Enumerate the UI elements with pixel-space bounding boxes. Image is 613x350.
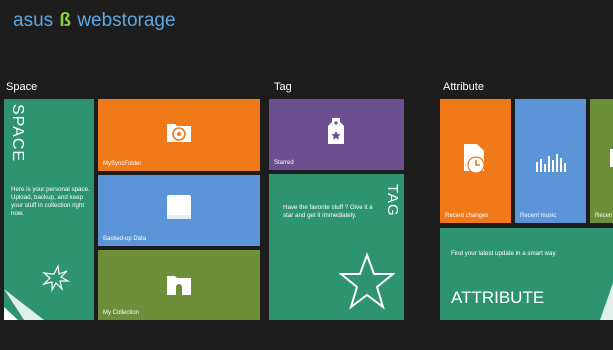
tile-label-my-collection: My Collection xyxy=(103,310,140,316)
recent-file-clock-icon xyxy=(464,144,485,174)
section-title-tag: Tag xyxy=(274,81,292,93)
logo-webstorage: webstorage xyxy=(77,10,176,31)
tile-label-recent-partial: Recen xyxy=(595,213,613,219)
tag-tile-title: TAG xyxy=(384,184,401,217)
star-outline-icon xyxy=(339,252,395,310)
section-title-space: Space xyxy=(6,81,38,93)
tile-recent-music[interactable]: Recent music xyxy=(515,99,586,223)
logo-glyph: ß xyxy=(59,10,72,31)
pinwheel-icon xyxy=(4,263,71,320)
attribute-tile-title: ATTRIBUTE xyxy=(451,288,545,307)
tag-hero-tile[interactable]: Have the favorite stuff ? Give it a star… xyxy=(269,174,404,320)
tile-recent-partial[interactable]: Recen xyxy=(590,99,613,223)
tile-my-collection[interactable]: My Collection xyxy=(98,250,260,320)
collection-folder-icon xyxy=(167,276,191,295)
app-logo: asus ß webstorage xyxy=(13,10,176,32)
tile-backed-up-data[interactable]: Backed-up Data xyxy=(98,175,260,246)
sync-folder-icon xyxy=(167,124,191,142)
tile-label-backed-up-data: Backed-up Data xyxy=(103,236,147,242)
tile-label-starred: Starred xyxy=(274,160,294,166)
attribute-corner-graphic xyxy=(600,283,613,320)
tag-tile-description: Have the favorite stuff ? Give it a star… xyxy=(283,204,373,219)
tile-label-mysyncfolder: MySyncFolder xyxy=(103,161,142,167)
tile-mysyncfolder[interactable]: MySyncFolder xyxy=(98,99,260,171)
space-hero-tile[interactable]: SPACE Here is your personal space. Uploa… xyxy=(4,99,94,320)
space-tile-title: SPACE xyxy=(9,104,26,163)
logo-asus: asus xyxy=(13,10,54,31)
backup-box-icon xyxy=(167,195,191,219)
music-bars-icon xyxy=(536,154,566,172)
section-title-attribute: Attribute xyxy=(443,81,484,93)
tile-recent-changes[interactable]: Recent changes xyxy=(440,99,511,223)
attribute-tile-description: Find your latest update in a smart way. xyxy=(451,250,557,257)
space-tile-description: Here is your personal space. Upload, bac… xyxy=(11,186,90,217)
attribute-hero-tile[interactable]: Find your latest update in a smart way. … xyxy=(440,228,613,320)
star-tag-icon xyxy=(328,118,344,144)
tile-starred[interactable]: Starred xyxy=(269,99,404,170)
tile-label-recent-music: Recent music xyxy=(520,213,557,219)
tile-label-recent-changes: Recent changes xyxy=(445,213,489,219)
